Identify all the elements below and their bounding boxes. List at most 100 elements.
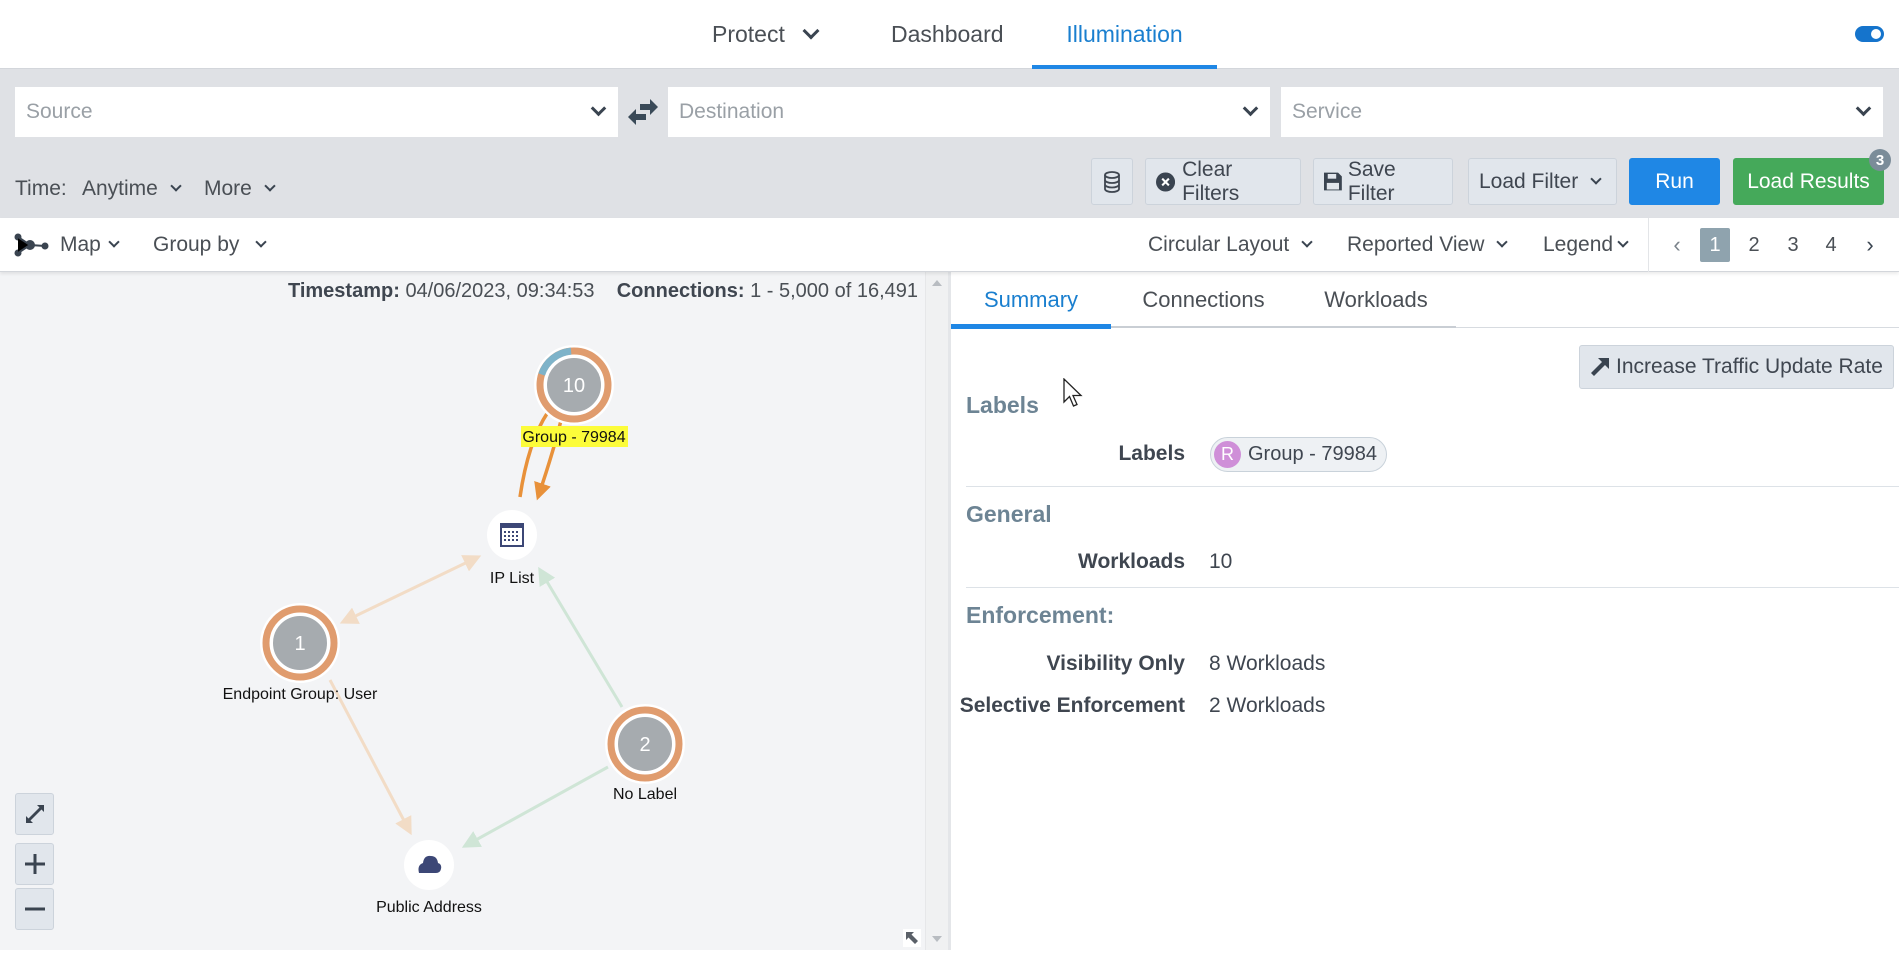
database-button[interactable] — [1091, 158, 1133, 205]
connections-label: Connections: — [616, 280, 745, 302]
increase-traffic-update-rate-button[interactable]: Increase Traffic Update Rate — [1579, 345, 1894, 389]
nav-illumination[interactable]: Illumination — [1032, 0, 1217, 70]
page-3[interactable]: 3 — [1778, 228, 1808, 262]
chevron-down-icon — [108, 236, 120, 248]
labels-section-title: Labels — [966, 392, 1039, 418]
filter-bar: Source Destination Service Time: Anytime… — [0, 69, 1899, 218]
view-label: Reported View — [1347, 233, 1485, 256]
enforcement-section-title: Enforcement: — [966, 602, 1115, 628]
run-button[interactable]: Run — [1629, 158, 1720, 205]
time-label-text: Time: — [15, 177, 67, 200]
prev-page-button[interactable]: ‹ — [1662, 228, 1692, 262]
map-scrollbar[interactable] — [925, 272, 948, 950]
page-4-label: 4 — [1825, 233, 1837, 256]
label-chip[interactable]: R Group - 79984 — [1210, 437, 1387, 472]
page-3-label: 3 — [1787, 233, 1799, 256]
nav-protect-label: Protect — [712, 21, 785, 47]
time-label: Time: — [15, 169, 67, 209]
detail-panel: Summary Connections Workloads Increase T… — [948, 272, 1899, 950]
role-label-icon: R — [1214, 441, 1241, 468]
general-section-title: General — [966, 501, 1052, 527]
legend-dropdown[interactable]: Legend — [1543, 218, 1629, 272]
destination-placeholder: Destination — [679, 100, 785, 123]
next-page-button[interactable]: › — [1855, 228, 1885, 262]
load-results-badge: 3 — [1869, 149, 1891, 171]
increase-rate-label: Increase Traffic Update Rate — [1616, 355, 1883, 378]
more-dropdown[interactable]: More — [204, 169, 276, 209]
fit-to-screen-button[interactable] — [15, 793, 54, 835]
node-label: IP List — [490, 570, 535, 587]
map-view-dropdown[interactable]: Map — [14, 218, 120, 272]
run-label: Run — [1655, 169, 1694, 193]
traffic-graph[interactable]: 10 Group - 79984 IP List 1 Endpoint Grou… — [0, 272, 925, 950]
layout-label: Circular Layout — [1148, 233, 1290, 256]
chevron-down-icon — [170, 180, 182, 192]
nav-dashboard[interactable]: Dashboard — [891, 0, 1004, 69]
edge-nolabel-public[interactable] — [461, 765, 609, 848]
map-toolbar: Map Group by Circular Layout Reported Vi… — [0, 218, 1899, 272]
group-by-label: Group by — [153, 233, 240, 256]
time-dropdown[interactable]: Anytime — [82, 169, 182, 209]
page-2[interactable]: 2 — [1739, 228, 1769, 262]
zoom-in-button[interactable] — [15, 843, 54, 885]
chevron-down-icon — [1590, 172, 1602, 185]
load-filter-dropdown[interactable]: Load Filter — [1468, 158, 1617, 205]
chevron-down-icon — [1496, 236, 1509, 248]
tab-workloads-label: Workloads — [1324, 287, 1428, 312]
nav-illumination-label: Illumination — [1066, 21, 1183, 47]
source-placeholder: Source — [26, 100, 93, 123]
node-label: Group - 79984 — [522, 429, 625, 446]
scroll-down-arrow[interactable] — [932, 936, 942, 942]
node-public-address[interactable]: Public Address — [376, 840, 482, 916]
zoom-out-button[interactable] — [15, 888, 54, 930]
node-count: 1 — [294, 633, 305, 655]
floppy-disk-icon — [1324, 172, 1342, 191]
clear-filters-button[interactable]: Clear Filters — [1145, 158, 1301, 205]
chevron-down-icon — [255, 236, 268, 248]
nav-protect[interactable]: Protect — [712, 0, 820, 69]
workloads-value: 10 — [1209, 550, 1233, 573]
edge-endpoint-iplist[interactable] — [339, 555, 482, 624]
mouse-cursor-icon — [1063, 378, 1083, 407]
chevron-down-icon — [1855, 100, 1872, 117]
tab-active-indicator — [951, 324, 1111, 329]
save-filter-button[interactable]: Save Filter — [1313, 158, 1453, 205]
destination-select[interactable]: Destination — [668, 87, 1270, 137]
page-4[interactable]: 4 — [1816, 228, 1846, 262]
tab-summary-label: Summary — [983, 287, 1079, 312]
tab-connections[interactable]: Connections — [1111, 272, 1296, 328]
clear-filters-label: Clear Filters — [1182, 157, 1240, 205]
panel-tabs: Summary Connections Workloads — [951, 272, 1899, 329]
toggle-switch[interactable] — [1855, 26, 1884, 42]
source-select[interactable]: Source — [15, 87, 618, 137]
node-label: No Label — [613, 786, 677, 803]
map-label: Map — [60, 233, 101, 256]
workloads-row-label: Workloads — [1078, 550, 1185, 573]
page-1-label: 1 — [1709, 233, 1721, 256]
load-results-button[interactable]: Load Results 3 — [1733, 149, 1891, 205]
legend-label: Legend — [1543, 233, 1614, 256]
service-select[interactable]: Service — [1281, 87, 1883, 137]
group-by-dropdown[interactable]: Group by — [153, 218, 268, 272]
tab-summary[interactable]: Summary — [951, 272, 1111, 328]
view-dropdown[interactable]: Reported View — [1347, 218, 1509, 272]
collapse-arrow-icon[interactable] — [903, 929, 921, 947]
chevron-right-icon: › — [1866, 232, 1874, 257]
tab-track — [1111, 326, 1456, 328]
layout-dropdown[interactable]: Circular Layout — [1148, 218, 1313, 272]
edge-nolabel-iplist[interactable] — [538, 566, 624, 708]
node-group-79984[interactable]: 10 Group - 79984 — [521, 342, 628, 447]
minus-icon — [24, 907, 45, 911]
visibility-only-label: Visibility Only — [1046, 652, 1186, 675]
node-ip-list[interactable]: IP List — [487, 510, 537, 587]
scroll-up-arrow[interactable] — [932, 280, 942, 286]
node-no-label[interactable]: 2 No Label — [605, 704, 685, 803]
page-1[interactable]: 1 — [1700, 228, 1730, 262]
chevron-down-icon — [1301, 236, 1313, 248]
chevron-down-icon — [264, 180, 276, 192]
timestamp-value: 04/06/2023, 09:34:53 — [405, 280, 595, 302]
tab-workloads[interactable]: Workloads — [1296, 272, 1456, 328]
swap-arrows-icon[interactable] — [628, 99, 658, 125]
load-filter-label: Load Filter — [1479, 169, 1579, 193]
traffic-map[interactable]: 10 Group - 79984 IP List 1 Endpoint Grou… — [0, 272, 948, 950]
